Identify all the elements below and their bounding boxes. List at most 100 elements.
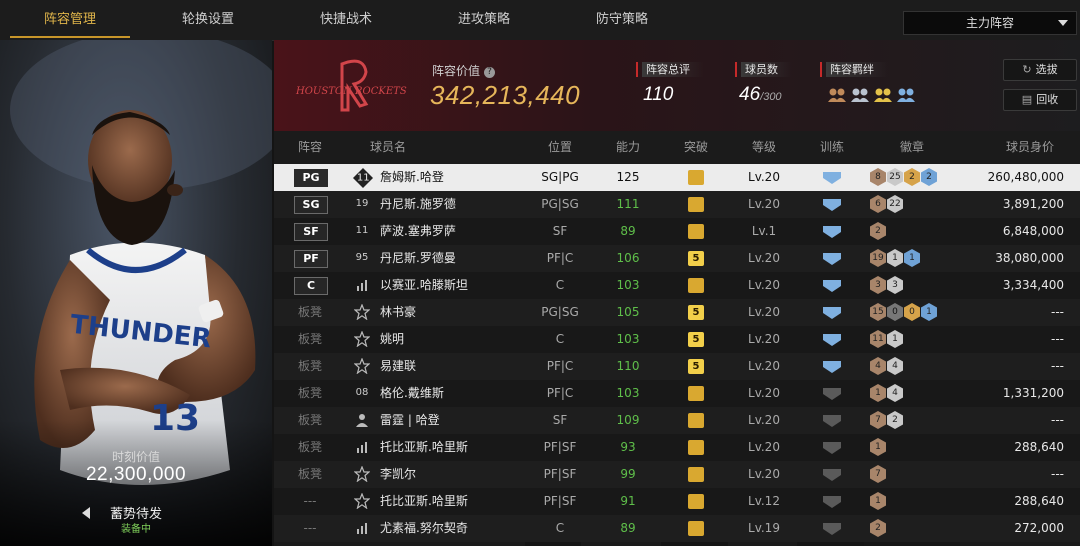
player-name[interactable]: 詹姆斯.哈登: [380, 164, 444, 191]
badge-hex: 1: [870, 492, 886, 510]
player-value: 288,640: [1014, 494, 1064, 508]
badge-group[interactable]: 14: [870, 384, 904, 404]
player-value: 3,334,400: [1002, 278, 1064, 292]
badge-group[interactable]: 6 22: [870, 195, 904, 215]
lineup-slot-tag: PF: [294, 250, 328, 268]
header-position[interactable]: 位置: [530, 131, 590, 164]
jersey-number: 11: [355, 225, 369, 236]
table-row[interactable]: 板凳 雷霆 | 哈登 SF 109 Lv.20 7 2 ---: [274, 407, 1080, 434]
table-row[interactable]: 板凳 08 格伦.戴维斯 PF|C 103 Lv.20 1 4 1,331,200: [274, 380, 1080, 407]
header-level[interactable]: 等级: [734, 131, 794, 164]
badge-group[interactable]: 1: [870, 438, 887, 458]
player-ability: 91: [620, 494, 636, 508]
badge-group[interactable]: 72: [870, 411, 904, 431]
help-icon[interactable]: ?: [484, 67, 496, 78]
badge-group[interactable]: 33: [870, 276, 904, 296]
player-value: ---: [1051, 305, 1064, 319]
tab-defense-strategy[interactable]: 防守策略: [562, 0, 682, 40]
breakthrough-badge: [688, 413, 704, 428]
badge-group[interactable]: 44: [870, 357, 904, 377]
badge-group[interactable]: 2: [870, 519, 887, 539]
table-row[interactable]: SF 11 萨波.塞弗罗萨 SF 89 Lv.1 2 6,848,000: [274, 218, 1080, 245]
table-row[interactable]: 板凳 托比亚斯.哈里斯 PF|SF 93 Lv.20 1 288,640: [274, 434, 1080, 461]
player-name[interactable]: 李凯尔: [380, 461, 416, 488]
team-value: 342,213,440: [430, 80, 581, 110]
badge-group[interactable]: 15 0 0 1: [870, 303, 938, 323]
table-row[interactable]: 板凳 姚明 C 103 5 Lv.20 11 1 ---: [274, 326, 1080, 353]
breakthrough-badge: [688, 521, 704, 536]
badge-group[interactable]: 8 25 2 2: [870, 168, 938, 188]
rockets-logo: HOUSTON ROCKETS: [295, 59, 407, 112]
player-name[interactable]: 格伦.戴维斯: [380, 380, 444, 407]
player-name[interactable]: 丹尼斯.罗德曼: [380, 245, 456, 272]
player-name[interactable]: 雷霆 | 哈登: [380, 407, 440, 434]
tab-lineup-management[interactable]: 阵容管理: [10, 0, 130, 40]
bond-icon-silver[interactable]: [850, 87, 870, 103]
training-badge: [823, 199, 841, 211]
player-name[interactable]: 易建联: [380, 353, 416, 380]
badge-hex: 8: [870, 168, 886, 186]
featured-player-panel[interactable]: THUNDER 13 时刻价值 22,300,000 蓄势待发 装备中: [0, 40, 272, 546]
breakthrough-badge: [688, 440, 704, 455]
header-ability[interactable]: 能力: [598, 131, 658, 164]
player-name[interactable]: 尤素福.努尔契奇: [380, 515, 468, 542]
recycle-icon: ▤: [1021, 93, 1033, 106]
table-row[interactable]: SG 19 丹尼斯.施罗德 PG|SG 111 Lv.20 6 22 3,891,200: [274, 191, 1080, 218]
jersey-number: 19: [355, 198, 369, 209]
tab-quick-tactics[interactable]: 快捷战术: [286, 0, 406, 40]
table-row[interactable]: 板凳 林书豪 PG|SG 105 5 Lv.20 15 0 0 1 ---: [274, 299, 1080, 326]
tab-rotation-settings[interactable]: 轮换设置: [148, 0, 268, 40]
badge-group[interactable]: 11 1: [870, 330, 904, 350]
header-badges[interactable]: 徽章: [882, 131, 942, 164]
badge-group[interactable]: 7: [870, 465, 887, 485]
player-level: Lv.20: [748, 467, 780, 481]
table-row[interactable]: PF 95 丹尼斯.罗德曼 PF|C 106 5 Lv.20 19 1 1 38,080,000: [274, 245, 1080, 272]
breakthrough-badge: [688, 197, 704, 212]
badge-hex: 4: [887, 384, 903, 402]
star-icon: [354, 304, 370, 320]
badge-hex: 1: [870, 384, 886, 402]
moment-value: 22,300,000: [85, 464, 187, 485]
table-row[interactable]: PG 11 詹姆斯.哈登 SG|PG 125 Lv.20 8 25 2 2 260,480,000: [274, 164, 1080, 191]
training-badge: [823, 172, 841, 184]
player-name[interactable]: 丹尼斯.施罗德: [380, 191, 456, 218]
player-name[interactable]: 林书豪: [380, 299, 416, 326]
badge-hex: 4: [870, 357, 886, 375]
player-count-max: /300: [760, 91, 782, 103]
player-name[interactable]: 以赛亚.哈滕斯坦: [380, 272, 468, 299]
recycle-button[interactable]: ▤ 回收: [1003, 89, 1077, 111]
player-ability: 103: [616, 332, 640, 346]
badge-group[interactable]: 2: [870, 222, 887, 242]
overall-rating-value: 110: [643, 84, 674, 105]
header-training[interactable]: 训练: [802, 131, 862, 164]
badge-hex: 0: [887, 303, 903, 321]
table-row[interactable]: --- 尤素福.努尔契奇 C 89 Lv.19 2 272,000: [274, 515, 1080, 542]
badge-hex: 2: [904, 168, 920, 186]
breakthrough-badge: [688, 224, 704, 239]
player-level: Lv.20: [748, 332, 780, 346]
bond-icon-blue[interactable]: [896, 87, 916, 103]
table-row[interactable]: 板凳 易建联 PF|C 110 5 Lv.20 4 4 ---: [274, 353, 1080, 380]
player-value: 1,331,200: [1002, 386, 1064, 400]
header-player-value[interactable]: 球员身价: [990, 131, 1070, 164]
header-slot[interactable]: 阵容: [286, 131, 334, 164]
header-breakthrough[interactable]: 突破: [666, 131, 726, 164]
tab-offense-strategy[interactable]: 进攻策略: [424, 0, 544, 40]
bond-icon-gold[interactable]: [873, 87, 893, 103]
player-name[interactable]: 托比亚斯.哈里斯: [380, 434, 468, 461]
table-row[interactable]: --- 托比亚斯.哈里斯 PF|SF 91 Lv.12 1 288,640: [274, 488, 1080, 515]
header-player-name[interactable]: 球员名: [358, 131, 418, 164]
bond-icon-bronze[interactable]: [827, 87, 847, 103]
player-name[interactable]: 萨波.塞弗罗萨: [380, 218, 456, 245]
overall-rating-label-text: 阵容总评: [642, 62, 704, 77]
badge-group[interactable]: 19 1 1: [870, 249, 921, 269]
player-name[interactable]: 托比亚斯.哈里斯: [380, 488, 468, 515]
signal-bars-icon: [357, 523, 367, 534]
player-count-label-text: 球员数: [741, 62, 792, 77]
table-row[interactable]: C 以赛亚.哈滕斯坦 C 103 Lv.20 3 3 3,334,400: [274, 272, 1080, 299]
table-row[interactable]: 板凳 李凯尔 PF|SF 99 Lv.20 7 ---: [274, 461, 1080, 488]
lineup-dropdown[interactable]: 主力阵容: [903, 11, 1077, 35]
player-name[interactable]: 姚明: [380, 326, 404, 353]
badge-group[interactable]: 1: [870, 492, 887, 512]
select-button[interactable]: ↻ 选拔: [1003, 59, 1077, 81]
